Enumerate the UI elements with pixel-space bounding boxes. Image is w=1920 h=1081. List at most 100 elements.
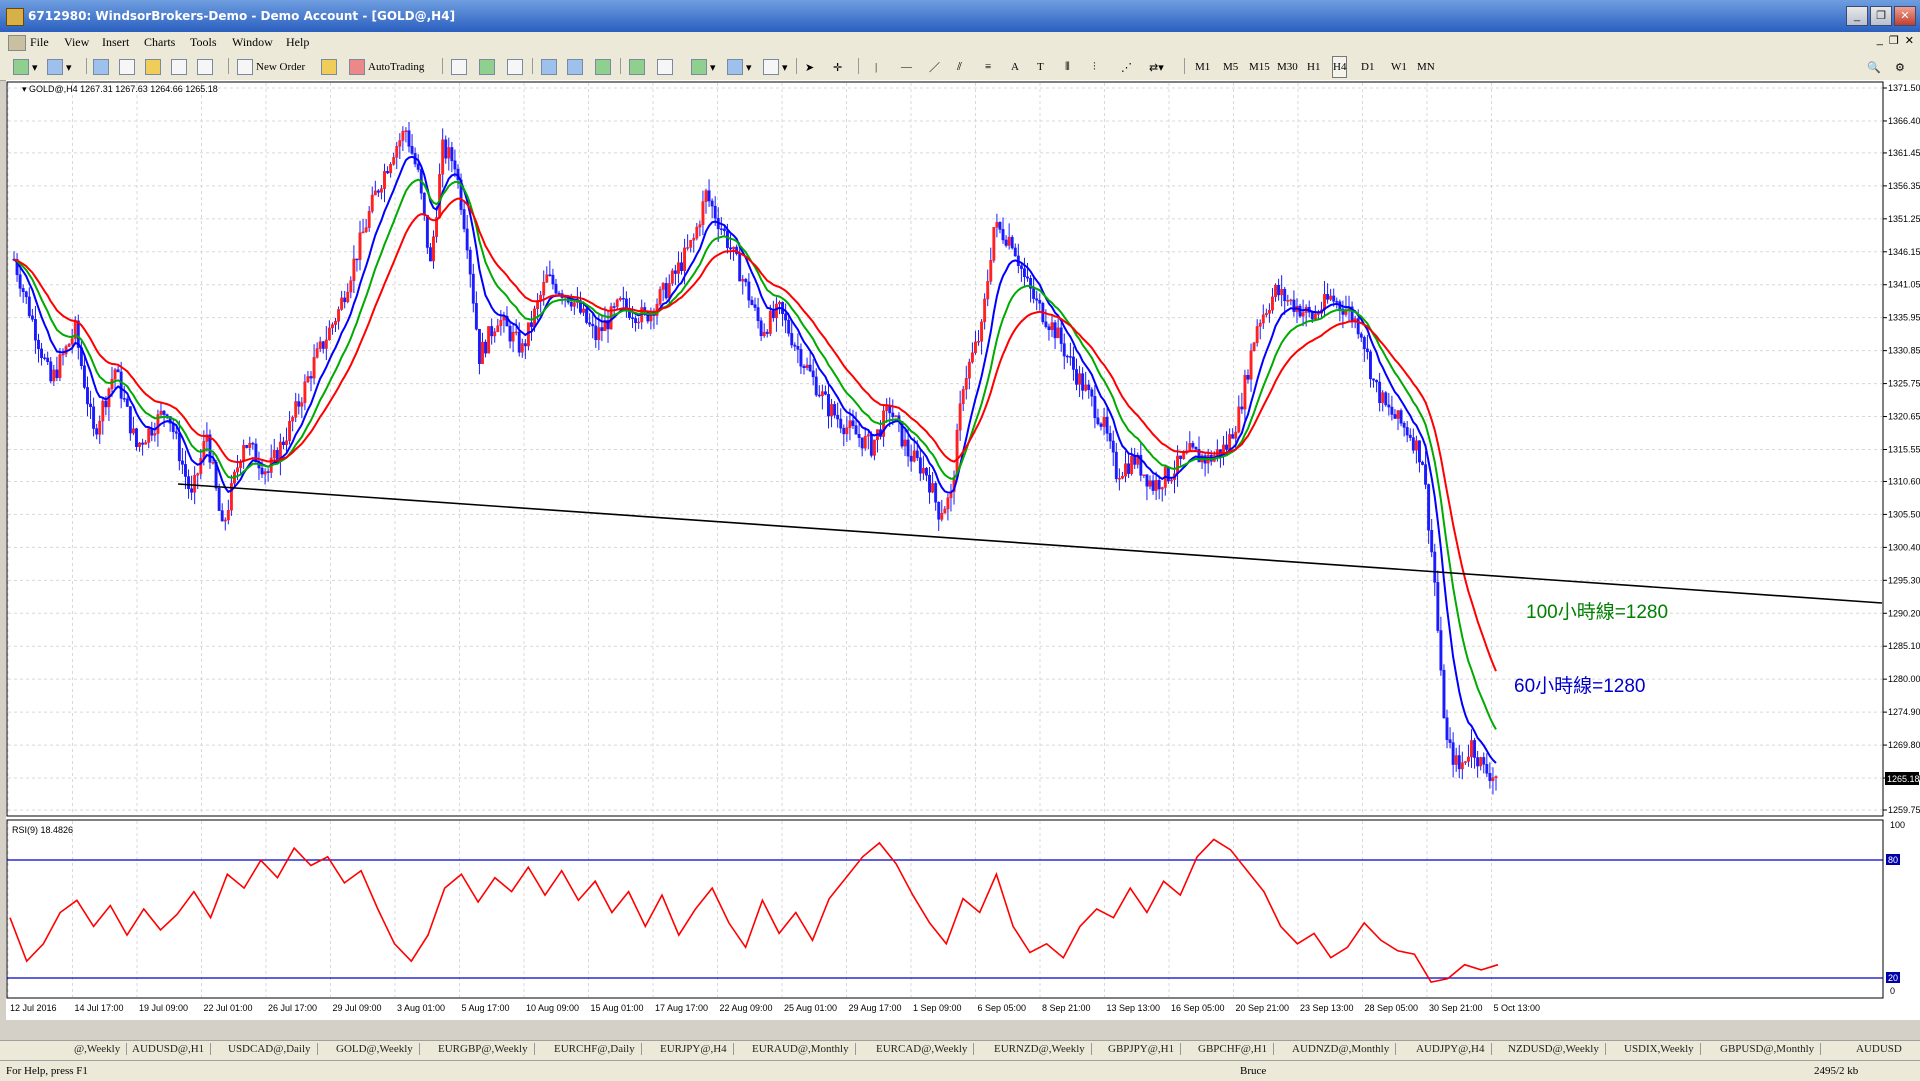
candlestick-button[interactable] [478, 56, 496, 78]
chart-tab[interactable]: AUDJPY@,H4 [1416, 1043, 1492, 1055]
trendline-button[interactable]: ／ [928, 56, 941, 78]
templates-button[interactable]: ▾ [762, 56, 789, 78]
chart-tab[interactable]: USDCAD@,Daily [228, 1043, 318, 1055]
candle-body [808, 364, 812, 372]
menu-tools[interactable]: Tools [190, 35, 217, 50]
candle-body [110, 378, 114, 389]
search-button[interactable]: 🔍 [1866, 56, 1882, 78]
chart-tab[interactable]: GOLD@,Weekly [336, 1043, 420, 1055]
chart-tab[interactable]: GBPCHF@,H1 [1198, 1043, 1275, 1055]
chart-tab[interactable]: GBPUSD@,Monthly [1720, 1043, 1822, 1055]
tf-m15[interactable]: M15 [1248, 56, 1271, 78]
chart-tab[interactable]: EURCAD@,Weekly [876, 1043, 975, 1055]
chart-tab[interactable]: AUDUSD@,H1 [132, 1043, 212, 1055]
restore-button[interactable]: ❐ [1870, 6, 1892, 26]
horizontal-line-button[interactable]: — [900, 56, 913, 78]
fibonacci-button[interactable]: ≡ [984, 56, 992, 78]
candle-body [817, 394, 821, 397]
gann-button[interactable]: ⦀ [1064, 56, 1071, 78]
candle-body [977, 341, 980, 343]
text-button[interactable]: A [1010, 56, 1020, 78]
tester-button[interactable] [196, 56, 214, 78]
candle-body [866, 434, 870, 437]
tf-d1[interactable]: D1 [1360, 56, 1375, 78]
candle-body [998, 222, 1002, 230]
price-chart-svg[interactable]: ▾ GOLD@,H4 1267.31 1267.63 1264.66 1265.… [6, 80, 1920, 1020]
chart-tab[interactable]: EURCHF@,Daily [554, 1043, 642, 1055]
candle-body [1433, 551, 1437, 583]
mdi-close-icon[interactable]: ✕ [1905, 34, 1914, 47]
crosshair-button[interactable]: ✛ [832, 56, 843, 78]
chart-tab[interactable]: AUDNZD@,Monthly [1292, 1043, 1397, 1055]
menu-view[interactable]: View [64, 35, 89, 50]
new-chart-button[interactable]: ▾ [12, 56, 39, 78]
menu-window[interactable]: Window [232, 35, 273, 50]
options-button[interactable]: ⚙ [1894, 56, 1906, 78]
profiles-button[interactable]: ▾ [46, 56, 73, 78]
text-label-button[interactable]: T [1036, 56, 1045, 78]
candle-body [1047, 326, 1051, 331]
candle-body [827, 394, 830, 417]
line-chart-button[interactable] [506, 56, 524, 78]
candle-body [174, 431, 178, 434]
candle-body [695, 226, 699, 239]
chart-tab[interactable]: USDIX,Weekly [1624, 1043, 1701, 1055]
candle-body [82, 365, 86, 388]
tf-m5[interactable]: M5 [1222, 56, 1239, 78]
indicators-button[interactable]: ▾ [690, 56, 717, 78]
chart-tab[interactable]: EURAUD@,Monthly [752, 1043, 856, 1055]
chart-tab[interactable]: EURGBP@,Weekly [438, 1043, 535, 1055]
new-order-button[interactable]: New Order [236, 56, 306, 78]
tf-m1[interactable]: M1 [1194, 56, 1211, 78]
chart-shift-button[interactable] [656, 56, 674, 78]
candle-body [1289, 299, 1293, 302]
candle-body [710, 200, 714, 207]
data-window-button[interactable] [118, 56, 136, 78]
document-icon[interactable] [8, 35, 26, 51]
chart-window[interactable]: ▾ GOLD@,H4 1267.31 1267.63 1264.66 1265.… [6, 80, 1920, 1020]
bar-chart-button[interactable] [450, 56, 468, 78]
zoom-out-button[interactable] [566, 56, 584, 78]
menu-charts[interactable]: Charts [144, 35, 175, 50]
candle-body [1442, 669, 1446, 719]
zoom-in-button[interactable] [540, 56, 558, 78]
chart-tab[interactable]: EURNZD@,Weekly [994, 1043, 1092, 1055]
market-watch-button[interactable] [92, 56, 110, 78]
tf-h1[interactable]: H1 [1306, 56, 1321, 78]
candle-body [1225, 444, 1228, 450]
vertical-line-button[interactable]: | [874, 56, 878, 78]
cursor-button[interactable]: ➤ [804, 56, 815, 78]
minimize-button[interactable]: _ [1846, 6, 1868, 26]
tile-windows-button[interactable] [594, 56, 612, 78]
chart-tab[interactable]: AUDUSD [1856, 1043, 1908, 1055]
candle-body [1252, 342, 1256, 351]
chart-tab[interactable]: NZDUSD@,Weekly [1508, 1043, 1606, 1055]
fib-fan-button[interactable]: ⋰ [1120, 56, 1133, 78]
metaeditor-button[interactable] [320, 56, 338, 78]
arrows-button[interactable]: ⇄▾ [1148, 56, 1165, 78]
periods-button[interactable]: ▾ [726, 56, 753, 78]
tf-h4[interactable]: H4 [1332, 56, 1348, 78]
menu-insert[interactable]: Insert [102, 35, 129, 50]
tf-mn[interactable]: MN [1416, 56, 1436, 78]
candle-body [462, 209, 466, 230]
chart-tab[interactable]: @,Weekly [74, 1043, 128, 1055]
candle-body [680, 262, 683, 272]
tf-w1[interactable]: W1 [1390, 56, 1408, 78]
auto-scroll-button[interactable] [628, 56, 646, 78]
chart-tab[interactable]: EURJPY@,H4 [660, 1043, 734, 1055]
navigator-button[interactable] [144, 56, 162, 78]
price-tick-label: 1290.20 [1888, 608, 1920, 618]
menu-file[interactable]: File [30, 35, 49, 50]
terminal-button[interactable] [170, 56, 188, 78]
menu-help[interactable]: Help [286, 35, 309, 50]
chart-tab[interactable]: GBPJPY@,H1 [1108, 1043, 1182, 1055]
close-button[interactable]: ✕ [1894, 6, 1916, 26]
autotrading-button[interactable]: AutoTrading [348, 56, 425, 78]
channel-button[interactable]: ⫽ [956, 56, 963, 78]
mdi-restore-icon[interactable]: ❐ [1889, 34, 1899, 47]
andrews-button[interactable]: ⫶ [1092, 56, 1097, 78]
time-tick-label: 20 Sep 21:00 [1236, 1003, 1290, 1013]
tf-m30[interactable]: M30 [1276, 56, 1299, 78]
mdi-minimize-icon[interactable]: _ [1877, 34, 1883, 47]
